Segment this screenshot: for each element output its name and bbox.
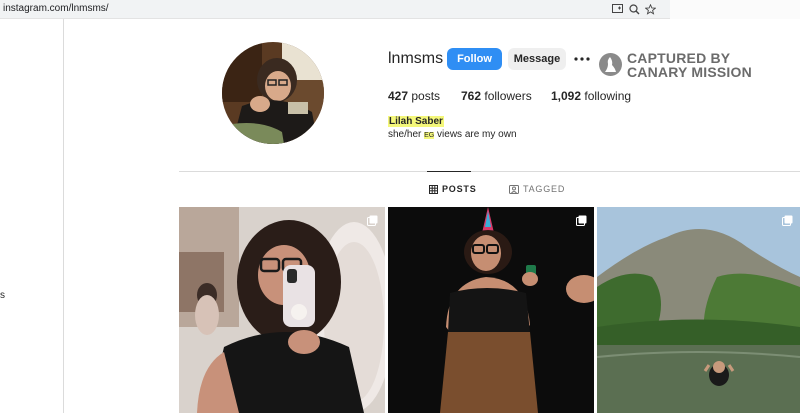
tab-posts-label: POSTS [442, 184, 477, 194]
message-button[interactable]: Message [508, 48, 566, 70]
multiple-photos-icon [367, 213, 378, 231]
bio-pronouns: she/her [388, 129, 422, 140]
bio-flag-emoji: EG [424, 132, 435, 139]
profile-username: lnmsms [388, 50, 444, 67]
multiple-photos-icon [576, 213, 587, 231]
watermark-line-2: CANARY MISSION [627, 64, 752, 80]
url-text[interactable]: instagram.com/lnmsms/ [3, 3, 109, 14]
zoom-icon[interactable] [627, 2, 641, 16]
tab-tagged-label: TAGGED [523, 184, 566, 194]
profile-full-name: Lilah Saber [388, 116, 444, 127]
grid-icon [429, 184, 438, 194]
following-stat[interactable]: 1,092 following [551, 89, 631, 103]
install-app-icon[interactable] [610, 2, 624, 16]
more-options-icon[interactable] [572, 50, 592, 68]
following-count: 1,092 [551, 89, 582, 103]
canary-bird-icon [599, 53, 622, 76]
following-label: following [584, 89, 632, 103]
tag-person-icon [509, 184, 519, 194]
profile-tabs-divider [179, 171, 800, 172]
tab-posts[interactable]: POSTS [427, 171, 477, 194]
browser-toolbar-extension-area [670, 0, 800, 19]
bio-text: views are my own [437, 129, 517, 140]
left-nav-clipped-label[interactable]: s [0, 290, 5, 301]
profile-bio: she/her EG views are my own [388, 129, 517, 140]
posts-label: posts [411, 89, 441, 103]
post-thumbnail-party-photo[interactable] [388, 207, 594, 413]
followers-count: 762 [461, 89, 482, 103]
canary-mission-watermark: CAPTURED BY CANARY MISSION [599, 50, 759, 80]
browser-address-bar[interactable]: instagram.com/lnmsms/ [0, 0, 670, 19]
post-thumbnail-lake-photo[interactable] [597, 207, 800, 413]
left-nav-border [63, 19, 64, 413]
tab-tagged[interactable]: TAGGED [509, 184, 565, 194]
followers-stat[interactable]: 762 followers [461, 89, 532, 103]
follow-button[interactable]: Follow [447, 48, 502, 70]
profile-avatar[interactable] [222, 42, 324, 144]
posts-stat: 427 posts [388, 89, 440, 103]
multiple-photos-icon [782, 213, 793, 231]
watermark-line-1: CAPTURED BY [627, 50, 731, 66]
post-thumbnail-mirror-selfie[interactable] [179, 207, 385, 413]
bookmark-star-icon[interactable] [643, 2, 657, 16]
followers-label: followers [484, 89, 532, 103]
posts-count: 427 [388, 89, 409, 103]
